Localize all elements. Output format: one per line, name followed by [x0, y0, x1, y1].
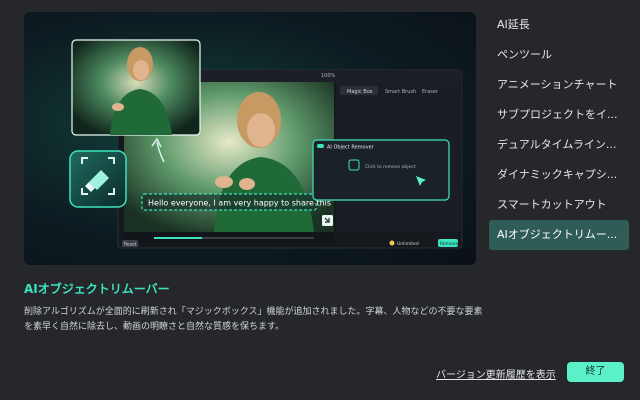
feature-description: 削除アルゴリズムが全面的に刷新され「マジックボックス」機能が追加されました。字幕… — [24, 307, 483, 332]
tool-smart-brush: Smart Brush — [385, 89, 416, 95]
sidebar-item-dynamic-caption[interactable]: ダイナミックキャプシ... — [489, 160, 629, 190]
panel-title: AI Object Remover — [327, 145, 375, 151]
version-history-link[interactable]: バージョン更新履歴を表示 — [436, 366, 556, 381]
feature-preview-image: Magic Box Smart Brush Eraser 100% Reset … — [24, 12, 476, 265]
sidebar-item-subproject[interactable]: サブプロジェクトをイ... — [489, 100, 629, 130]
sidebar-item-smart-cutout[interactable]: スマートカットアウト — [489, 190, 629, 220]
sidebar-item-pen-tool[interactable]: ペンツール — [489, 40, 629, 70]
object-remover-panel: AI Object Remover Click to remove object — [312, 139, 450, 201]
sidebar-item-ai-object-remover[interactable]: AIオブジェクトリムー... — [489, 220, 629, 250]
unlimited-label: Unlimited — [397, 241, 419, 247]
end-button[interactable]: 終了 — [567, 362, 624, 382]
remove-button[interactable]: Remove — [440, 241, 458, 247]
feature-list: AI延長 ペンツール アニメーションチャート サブプロジェクトをイ... デュア… — [489, 10, 629, 250]
sidebar-item-animation-chart[interactable]: アニメーションチャート — [489, 70, 629, 100]
before-thumbnail — [71, 39, 201, 136]
feature-title: AIオブジェクトリムーバー — [24, 282, 170, 296]
caption-selection: Hello everyone, I am very happy to share… — [141, 193, 331, 211]
cursor-icon — [322, 215, 333, 226]
ai-eraser-tile-icon — [69, 150, 127, 208]
tool-eraser: Eraser — [422, 89, 439, 95]
sidebar-item-ai-extend[interactable]: AI延長 — [489, 10, 629, 40]
reset-button[interactable]: Reset — [124, 242, 137, 248]
panel-hint: Click to remove object — [365, 164, 416, 170]
tool-magic-box: Magic Box — [347, 89, 373, 95]
zoom-readout: 100% — [321, 73, 336, 79]
caption-text: Hello everyone, I am very happy to share… — [148, 199, 331, 208]
sidebar-item-dual-timeline[interactable]: デュアルタイムライン... — [489, 130, 629, 160]
